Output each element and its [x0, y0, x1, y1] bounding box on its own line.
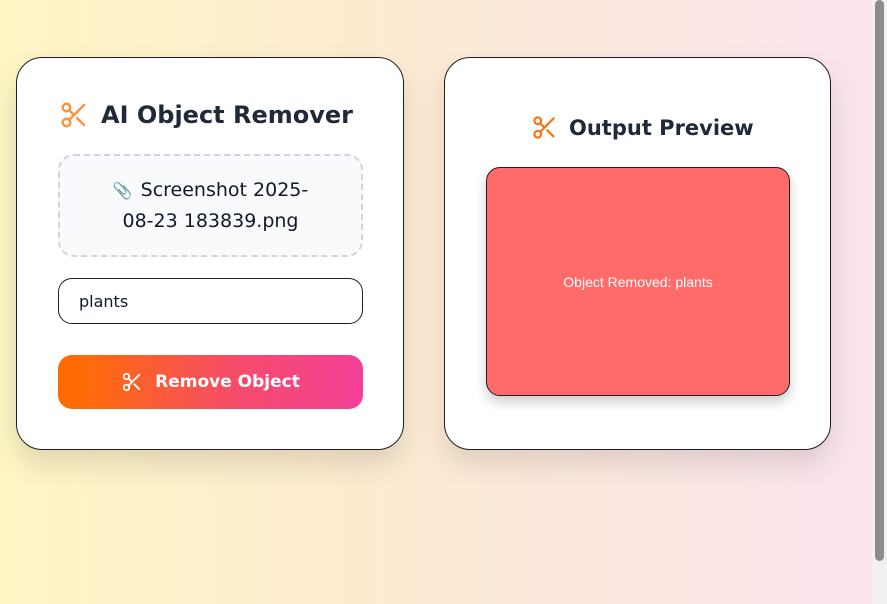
- preview-result-text: Object Removed: plants: [563, 273, 713, 290]
- object-remover-panel: AI Object Remover 📎 Screenshot 2025-08-23…: [16, 57, 404, 450]
- scissors-icon: [531, 114, 558, 141]
- scissors-icon: [121, 371, 143, 393]
- scrollbar-thumb[interactable]: [875, 0, 884, 561]
- file-upload-dropzone[interactable]: 📎 Screenshot 2025-08-23 183839.png: [58, 154, 363, 257]
- remove-object-label: Remove Object: [155, 372, 300, 392]
- output-preview-image: Object Removed: plants: [486, 167, 790, 396]
- file-name-wrapper: 📎 Screenshot 2025-08-23 183839.png: [98, 175, 323, 236]
- paperclip-icon: 📎: [112, 181, 133, 200]
- remove-object-button[interactable]: Remove Object: [58, 355, 363, 409]
- vertical-scrollbar[interactable]: [872, 0, 887, 604]
- page-title: AI Object Remover: [101, 101, 354, 129]
- selected-file-name: Screenshot 2025-08-23 183839.png: [122, 179, 309, 232]
- preview-title-row: Output Preview: [531, 114, 754, 141]
- scissors-icon: [59, 100, 89, 130]
- remover-title-row: AI Object Remover: [59, 100, 353, 130]
- object-name-input[interactable]: [58, 278, 363, 324]
- preview-title: Output Preview: [569, 115, 754, 140]
- output-preview-panel: Output Preview Object Removed: plants: [444, 57, 831, 450]
